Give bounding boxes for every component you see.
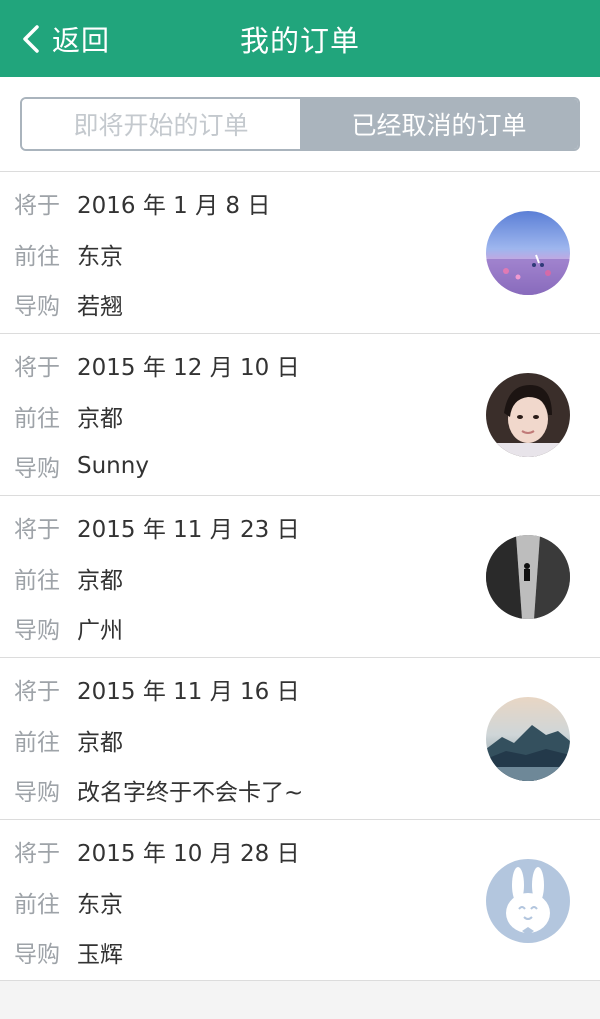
destination-label: 前往	[14, 244, 60, 270]
date-label: 将于	[14, 841, 60, 867]
order-guide: Sunny	[77, 453, 149, 479]
order-guide: 广州	[77, 618, 123, 644]
order-date: 2015 年 12 月 10 日	[77, 355, 300, 381]
date-label: 将于	[14, 517, 60, 543]
order-destination-row: 前往 东京	[14, 882, 123, 922]
date-label: 将于	[14, 355, 60, 381]
page-title: 我的订单	[239, 23, 360, 58]
guide-avatar[interactable]	[486, 211, 570, 295]
back-label: 返回	[52, 23, 111, 57]
order-destination: 东京	[77, 244, 123, 270]
order-date-row: 将于 2015 年 11 月 16 日	[14, 669, 300, 709]
order-destination: 京都	[77, 568, 123, 594]
order-item[interactable]: 将于 2015 年 11 月 23 日 前往 京都 导购 广州	[0, 495, 600, 657]
order-guide-row: 导购 改名字终于不会卡了~	[14, 770, 303, 810]
tab-cancelled-orders[interactable]: 已经取消的订单	[300, 99, 578, 149]
bicycle-flower-field-avatar	[486, 211, 570, 295]
guide-label: 导购	[14, 780, 60, 806]
order-date: 2015 年 11 月 16 日	[77, 679, 300, 705]
order-date-row: 将于 2015 年 12 月 10 日	[14, 345, 300, 385]
guide-label: 导购	[14, 294, 60, 320]
order-destination: 京都	[77, 730, 123, 756]
order-date: 2016 年 1 月 8 日	[77, 193, 271, 219]
order-guide: 玉辉	[77, 942, 123, 968]
order-guide: 若翘	[77, 294, 123, 320]
chevron-left-icon	[23, 24, 39, 53]
order-item[interactable]: 将于 2015 年 10 月 28 日 前往 东京 导购 玉辉	[0, 819, 600, 981]
order-guide-row: 导购 广州	[14, 608, 123, 648]
back-button[interactable]: 返回	[20, 0, 110, 77]
woman-portrait-avatar	[486, 373, 570, 457]
date-label: 将于	[14, 193, 60, 219]
bw-alley-avatar	[486, 535, 570, 619]
destination-label: 前往	[14, 730, 60, 756]
guide-avatar[interactable]	[486, 859, 570, 943]
destination-label: 前往	[14, 406, 60, 432]
order-guide: 改名字终于不会卡了~	[77, 780, 304, 806]
tab-bar: 即将开始的订单 已经取消的订单	[0, 77, 600, 171]
order-date-row: 将于 2015 年 10 月 28 日	[14, 831, 300, 871]
rabbit-default-avatar	[486, 859, 570, 943]
guide-label: 导购	[14, 456, 60, 482]
order-item[interactable]: 将于 2016 年 1 月 8 日 前往 东京 导购 若翘	[0, 171, 600, 333]
order-item[interactable]: 将于 2015 年 11 月 16 日 前往 京都 导购 改名字终于不会卡了~	[0, 657, 600, 819]
guide-label: 导购	[14, 942, 60, 968]
order-list: 将于 2016 年 1 月 8 日 前往 东京 导购 若翘 将于 2015 年 …	[0, 171, 600, 981]
segmented-control: 即将开始的订单 已经取消的订单	[20, 97, 580, 151]
tab-upcoming-orders[interactable]: 即将开始的订单	[22, 99, 300, 149]
mountain-lake-avatar	[486, 697, 570, 781]
order-date: 2015 年 11 月 23 日	[77, 517, 300, 543]
order-destination-row: 前往 京都	[14, 396, 123, 436]
date-label: 将于	[14, 679, 60, 705]
order-item[interactable]: 将于 2015 年 12 月 10 日 前往 京都 导购 Sunny	[0, 333, 600, 495]
order-destination-row: 前往 京都	[14, 558, 123, 598]
order-destination: 东京	[77, 892, 123, 918]
order-destination: 京都	[77, 406, 123, 432]
order-guide-row: 导购 玉辉	[14, 932, 123, 972]
destination-label: 前往	[14, 892, 60, 918]
guide-avatar[interactable]	[486, 697, 570, 781]
guide-avatar[interactable]	[486, 535, 570, 619]
order-date-row: 将于 2016 年 1 月 8 日	[14, 183, 270, 223]
order-date-row: 将于 2015 年 11 月 23 日	[14, 507, 300, 547]
guide-avatar[interactable]	[486, 373, 570, 457]
order-guide-row: 导购 Sunny	[14, 446, 149, 486]
guide-label: 导购	[14, 618, 60, 644]
destination-label: 前往	[14, 568, 60, 594]
order-guide-row: 导购 若翘	[14, 284, 123, 324]
order-destination-row: 前往 东京	[14, 234, 123, 274]
order-destination-row: 前往 京都	[14, 720, 123, 760]
order-date: 2015 年 10 月 28 日	[77, 841, 300, 867]
app-header: 返回 我的订单	[0, 0, 600, 77]
